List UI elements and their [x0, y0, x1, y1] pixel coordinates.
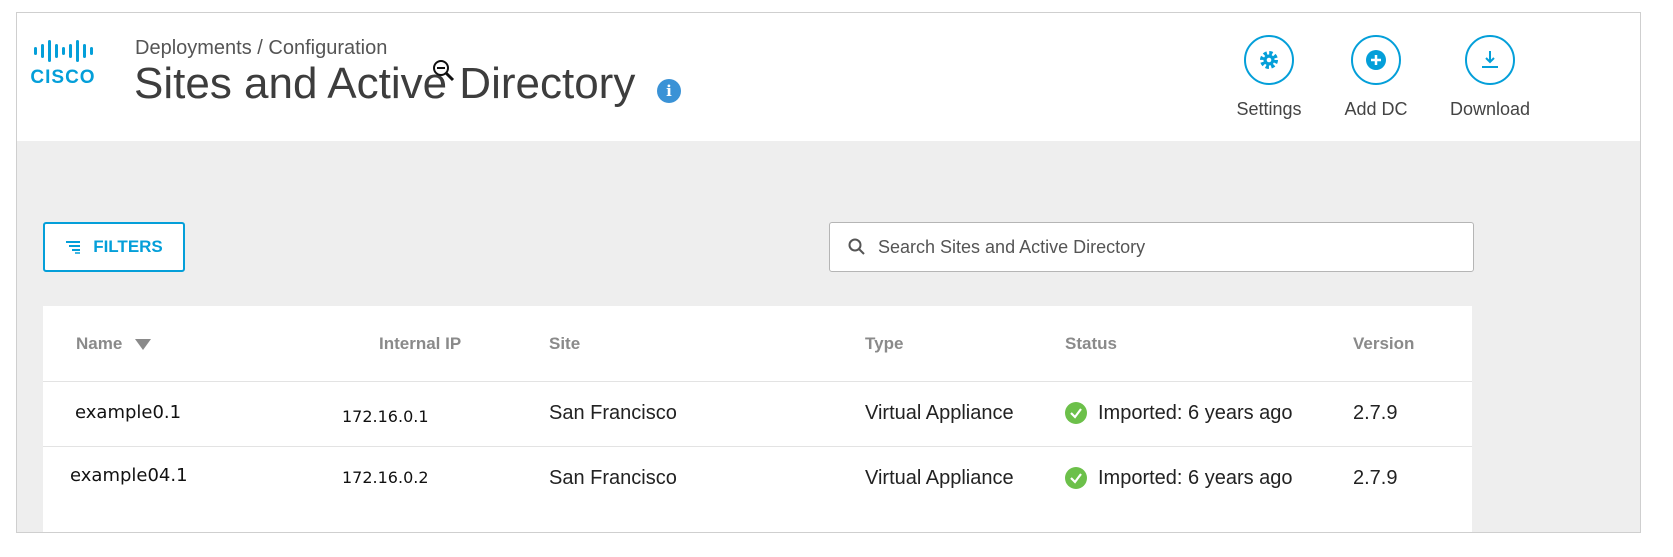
cell-type: Virtual Appliance [865, 402, 1014, 424]
cell-internal-ip: 172.16.0.2 [342, 468, 429, 487]
info-icon[interactable]: i [657, 79, 681, 103]
breadcrumb[interactable]: Deployments / Configuration [135, 37, 387, 60]
page-header: CISCO Deployments / Configuration Sites … [17, 13, 1640, 141]
column-header-internal-ip[interactable]: Internal IP [379, 334, 461, 354]
cell-site: San Francisco [549, 467, 677, 489]
cell-site: San Francisco [549, 402, 677, 424]
sort-down-icon[interactable] [135, 338, 152, 351]
search-box[interactable] [829, 222, 1474, 272]
page-title: Sites and Active Directory [134, 59, 636, 108]
cell-type: Virtual Appliance [865, 467, 1014, 489]
settings-button[interactable]: Settings [1214, 35, 1324, 120]
cisco-logo[interactable]: CISCO [23, 39, 103, 99]
download-icon [1465, 35, 1515, 85]
zoom-out-cursor-icon [433, 60, 455, 82]
column-header-type[interactable]: Type [865, 334, 903, 354]
table-row[interactable]: example04.1 172.16.0.2 San Francisco Vir… [43, 446, 1472, 511]
cell-status: Imported: 6 years ago [1098, 402, 1293, 424]
check-circle-icon [1065, 467, 1087, 489]
cell-version: 2.7.9 [1353, 402, 1398, 424]
check-circle-icon [1065, 402, 1087, 424]
add-dc-label: Add DC [1344, 99, 1408, 119]
settings-label: Settings [1236, 99, 1302, 119]
cell-name[interactable]: example0.1 [75, 402, 181, 423]
column-header-name[interactable]: Name [76, 334, 152, 354]
filters-button[interactable]: FILTERS [43, 222, 185, 272]
add-dc-button[interactable]: Add DC [1321, 35, 1431, 120]
cell-version: 2.7.9 [1353, 467, 1398, 489]
download-button[interactable]: Download [1435, 35, 1545, 120]
column-header-version[interactable]: Version [1353, 334, 1414, 354]
plus-circle-icon [1351, 35, 1401, 85]
table-row[interactable]: example0.1 172.16.0.1 San Francisco Virt… [43, 381, 1472, 446]
search-input[interactable] [878, 236, 1438, 258]
cisco-logo-text: CISCO [30, 67, 96, 88]
cell-name[interactable]: example04.1 [70, 465, 188, 486]
column-header-status[interactable]: Status [1065, 334, 1117, 354]
sites-table: Name Internal IP Site Type Status Versio… [43, 306, 1472, 532]
cell-status: Imported: 6 years ago [1098, 467, 1293, 489]
download-label: Download [1449, 99, 1531, 119]
cisco-logo-bars [23, 39, 103, 63]
column-header-site[interactable]: Site [549, 334, 580, 354]
filters-label: FILTERS [93, 237, 163, 256]
filter-icon [66, 241, 81, 254]
app-window: CISCO Deployments / Configuration Sites … [16, 12, 1641, 533]
search-icon [848, 238, 866, 256]
gear-icon [1244, 35, 1294, 85]
cell-internal-ip: 172.16.0.1 [342, 407, 429, 426]
